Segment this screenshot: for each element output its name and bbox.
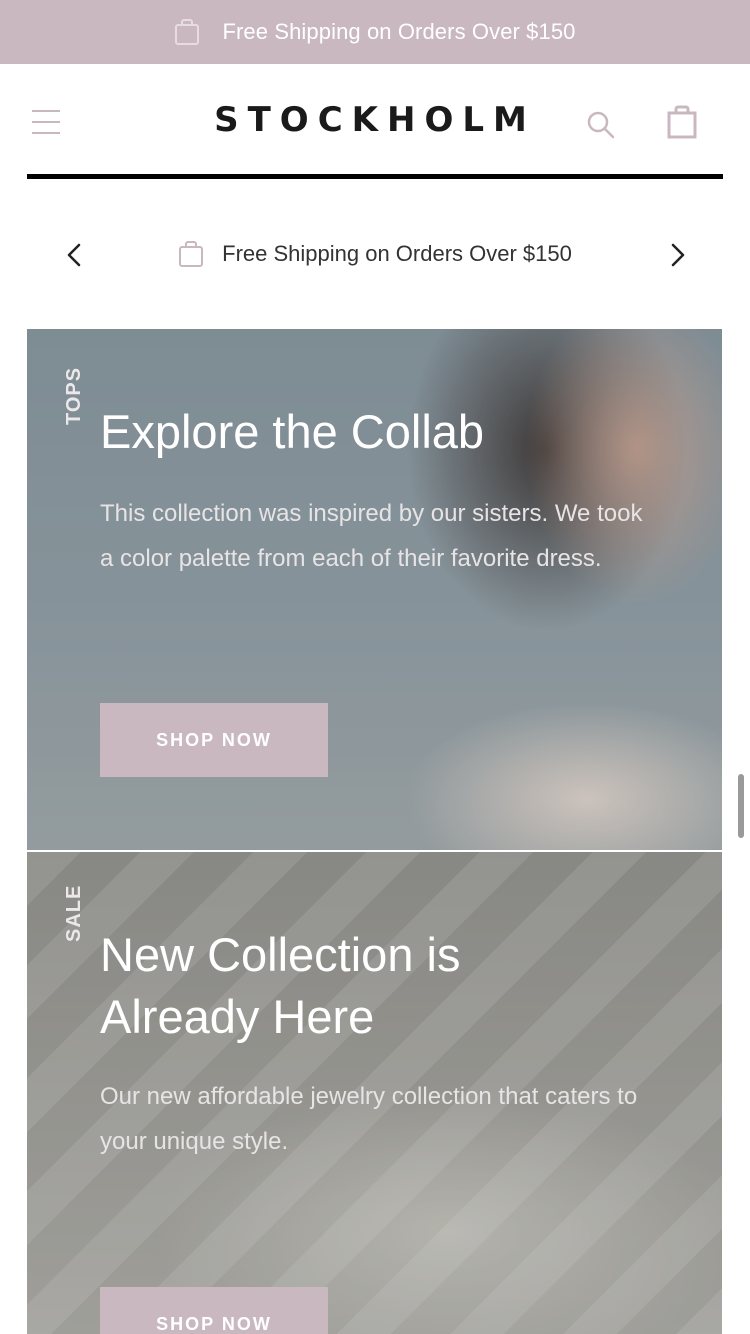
promo-text: Free Shipping on Orders Over $150 <box>222 241 572 266</box>
chevron-right-icon[interactable] <box>662 240 692 270</box>
category-tag: SALE <box>63 884 85 942</box>
banner-description-line: your unique style. <box>100 1128 289 1155</box>
promo-message: Free Shipping on Orders Over $150 <box>0 240 750 268</box>
scrollbar-thumb[interactable] <box>738 774 744 838</box>
collection-banner-tops[interactable]: TOPS Explore the Collab This collection … <box>27 329 722 850</box>
shopping-bag-icon <box>179 241 204 267</box>
header-divider <box>27 174 723 179</box>
shop-now-button[interactable]: SHOP NOW <box>100 703 328 777</box>
banner-description: Our new affordable jewelry collection th… <box>100 1074 640 1164</box>
search-icon[interactable] <box>586 110 616 140</box>
banner-title: New Collection is Already Here <box>100 928 461 1043</box>
promo-slider: Free Shipping on Orders Over $150 <box>0 216 750 296</box>
announcement-bar: Free Shipping on Orders Over $150 <box>0 0 750 64</box>
collection-banner-sale[interactable]: SALE New Collection is Already Here Our … <box>27 852 722 1334</box>
banner-description: This collection was inspired by our sist… <box>100 500 643 572</box>
banner-description-line: Our new affordable jewelry collection th… <box>100 1083 638 1110</box>
announcement-text: Free Shipping on Orders Over $150 <box>222 19 576 44</box>
cart-icon[interactable] <box>666 104 698 140</box>
site-logo[interactable]: STOCKHOLM <box>0 100 750 140</box>
shop-now-button[interactable]: SHOP NOW <box>100 1287 328 1334</box>
category-tag: TOPS <box>63 366 85 425</box>
shopping-bag-icon <box>175 19 200 45</box>
banner-title: Explore the Collab <box>100 405 485 458</box>
site-header: STOCKHOLM <box>0 64 750 180</box>
